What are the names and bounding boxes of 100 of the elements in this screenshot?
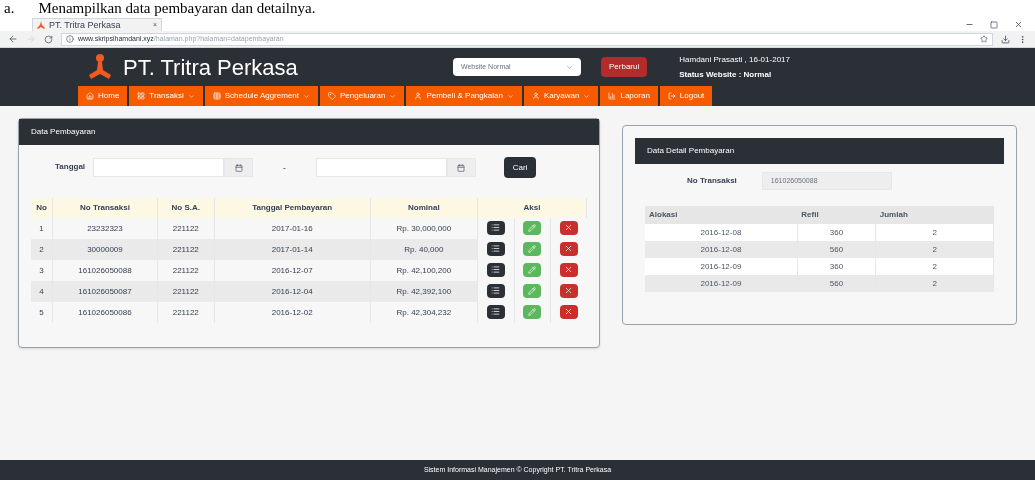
nav-menu-item[interactable]: Pembeli & Pangkalan: [406, 86, 522, 106]
dropdown-caret-icon: [566, 63, 573, 71]
calendar-icon: [457, 163, 466, 172]
table-cell: 2017-01-14: [214, 239, 371, 260]
brand-title: PT. Tritra Perkasa: [123, 53, 299, 82]
detail-button[interactable]: [486, 220, 505, 235]
back-icon[interactable]: [8, 34, 18, 44]
table-cell: 221122: [157, 239, 215, 260]
date-filter-label: Tanggal: [55, 161, 86, 173]
pencil-icon: [528, 287, 537, 295]
close-icon: [564, 286, 574, 296]
table-cell: 2: [875, 224, 994, 241]
tag-icon: [328, 92, 336, 100]
table-cell: 2016-12-08: [645, 241, 798, 258]
detail-button[interactable]: [486, 262, 505, 277]
table-cell: 221122: [157, 302, 215, 323]
table-cell: 360: [797, 224, 876, 241]
table-cell: 2: [875, 241, 994, 258]
nav-menu-item[interactable]: Logout: [659, 86, 713, 106]
user-date-text: Hamdani Prasasti , 16-01-2017: [679, 53, 790, 66]
table-cell: 2016-12-09: [645, 258, 798, 275]
favicon-icon: [37, 21, 45, 29]
maximize-icon[interactable]: [990, 20, 998, 29]
info-icon: [66, 35, 74, 43]
detail-button[interactable]: [486, 304, 505, 319]
column-header: No Transaksi: [52, 198, 158, 218]
start-date-field[interactable]: [93, 158, 254, 177]
column-header: Tanggal Pembayaran: [214, 198, 371, 218]
table-cell: Rp. 40,000: [370, 239, 478, 260]
list-icon: [491, 223, 501, 233]
column-header: Aksi: [477, 198, 587, 218]
transaction-number-label: No Transaksi: [687, 175, 737, 187]
table-cell: 161026050086: [52, 302, 158, 323]
nav-menu-item[interactable]: Home: [78, 86, 128, 106]
delete-button[interactable]: [559, 262, 578, 277]
bar-chart-icon: [608, 92, 617, 100]
table-cell: 2016-12-09: [645, 275, 798, 292]
website-status-text: Status Website : Normal: [679, 68, 773, 81]
detail-button[interactable]: [486, 241, 505, 256]
nav-menu-item[interactable]: Karyawan: [523, 86, 599, 106]
pencil-icon: [528, 245, 537, 253]
table-cell: Rp. 42,392,100: [370, 281, 478, 302]
pencil-icon: [528, 266, 537, 274]
end-date-field[interactable]: [315, 158, 476, 177]
table-cell: 2: [875, 275, 994, 292]
column-header: Jumlah: [875, 206, 994, 224]
download-icon[interactable]: [1001, 34, 1010, 44]
home-icon: [86, 92, 94, 100]
list-icon: [491, 286, 501, 296]
range-separator: -: [283, 161, 286, 174]
update-button[interactable]: Perbarui: [601, 57, 648, 77]
close-icon: [564, 244, 574, 254]
panel-title: Data Detail Pembayaran: [647, 145, 735, 157]
menu-icon[interactable]: [1018, 34, 1027, 44]
nav-menu-item[interactable]: Schedule Aggrement: [204, 86, 318, 106]
caption-label: a.: [4, 0, 15, 17]
delete-button[interactable]: [559, 241, 578, 256]
column-header: Alokasi: [645, 206, 798, 224]
close-icon[interactable]: [1014, 20, 1023, 29]
column-header: No: [31, 198, 53, 218]
table-cell: Rp. 42,304,232: [370, 302, 478, 323]
delete-button[interactable]: [559, 304, 578, 319]
table-icon: [212, 92, 221, 100]
table-cell: 2: [875, 258, 994, 275]
calendar-icon: [234, 163, 243, 172]
table-cell: 2: [31, 239, 53, 260]
table-cell: 5: [31, 302, 53, 323]
pencil-icon: [528, 224, 537, 232]
delete-button[interactable]: [559, 283, 578, 298]
list-icon: [491, 244, 501, 254]
table-cell: 161026050087: [52, 281, 158, 302]
table-cell: 30000009: [52, 239, 158, 260]
detail-button[interactable]: [486, 283, 505, 298]
reload-icon[interactable]: [44, 34, 53, 44]
nav-menu-item[interactable]: Pengeluaran: [320, 86, 405, 106]
table-cell: 560: [797, 275, 876, 292]
panel-title: Data Pembayaran: [31, 126, 96, 138]
nav-menu-item[interactable]: Transaksi: [129, 86, 203, 106]
delete-button[interactable]: [559, 220, 578, 235]
pencil-icon: [528, 308, 537, 316]
logout-icon: [667, 92, 676, 100]
close-icon: [564, 265, 574, 275]
close-icon: [564, 223, 574, 233]
table-cell: 2016-12-02: [214, 302, 371, 323]
search-button[interactable]: Cari: [503, 157, 537, 178]
bookmark-star-icon[interactable]: [980, 35, 988, 43]
table-cell: 221122: [157, 281, 215, 302]
table-cell: 560: [797, 241, 876, 258]
user-icon: [414, 92, 423, 100]
close-icon: [564, 307, 574, 317]
caption-text: Menampilkan data pembayaran dan detailnya.: [38, 0, 316, 17]
nav-menu-item[interactable]: Laporan: [600, 86, 658, 106]
grid-icon: [137, 92, 146, 100]
column-header: Refil: [797, 206, 876, 224]
user-icon: [531, 92, 540, 100]
table-cell: 2016-12-08: [645, 224, 798, 241]
column-header: Nominal: [370, 198, 478, 218]
column-header: No S.A.: [157, 198, 215, 218]
table-cell: 4: [31, 281, 53, 302]
table-cell: 2016-12-04: [214, 281, 371, 302]
